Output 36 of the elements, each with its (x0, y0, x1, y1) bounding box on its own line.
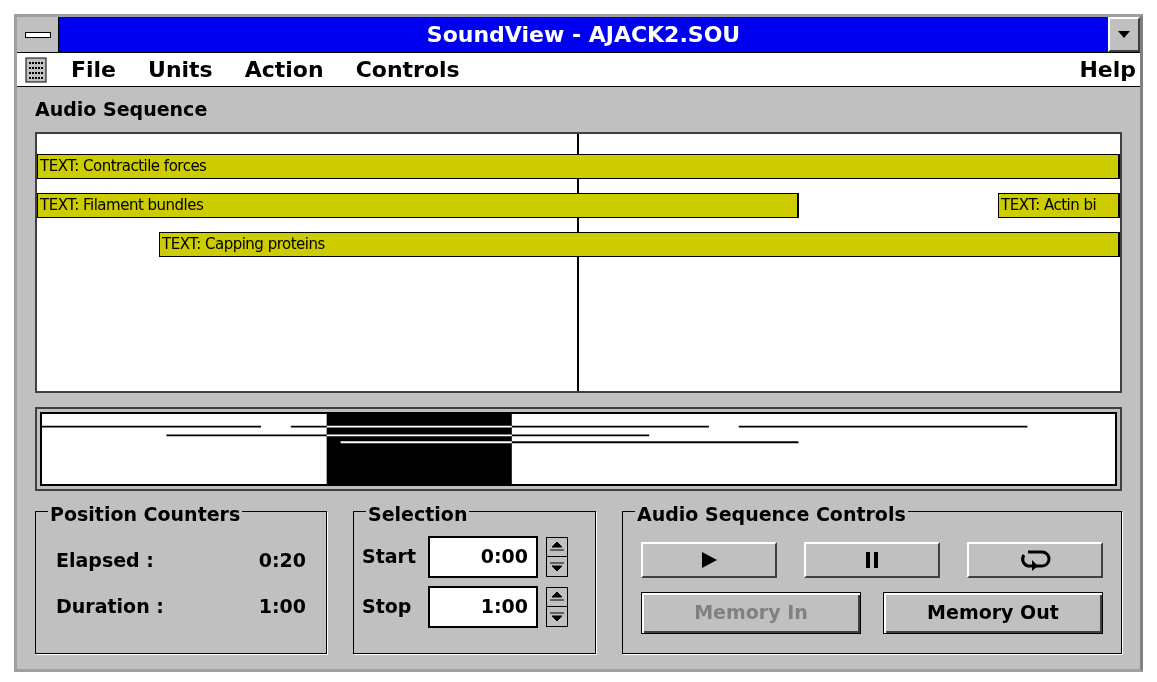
keyboard-icon[interactable] (25, 56, 47, 83)
overview-drawing[interactable] (40, 411, 1117, 486)
window-title: SoundView - AJACK2.SOU (425, 21, 742, 49)
menu-item[interactable]: Controls (339, 53, 476, 86)
field-label: Start (362, 544, 418, 570)
down-arrow-icon (550, 611, 564, 621)
caret-down-icon (1118, 30, 1130, 39)
memory-button[interactable]: Memory Out (883, 591, 1103, 634)
play-icon (699, 549, 719, 570)
time-field[interactable]: 1:00 (428, 585, 538, 628)
down-arrow-icon (550, 561, 564, 571)
menu-item[interactable]: Units (132, 53, 229, 86)
spinner-control[interactable] (546, 536, 568, 577)
time-field[interactable]: 0:00 (428, 535, 538, 578)
track-clip[interactable]: TEXT: Contractile forces (37, 153, 1120, 179)
spinner-control[interactable] (546, 586, 568, 627)
loop-button[interactable] (967, 541, 1103, 578)
play-button[interactable] (641, 541, 777, 578)
track-clip[interactable]: TEXT: Capping proteins (159, 231, 1120, 257)
menu-item[interactable]: Action (228, 53, 340, 86)
field-label: Stop (362, 594, 413, 620)
track-clip[interactable]: TEXT: Actin bi (998, 192, 1120, 218)
dropdown-button[interactable] (1108, 17, 1140, 52)
pause-button[interactable] (804, 541, 940, 578)
system-menu-button[interactable] (17, 17, 59, 52)
up-arrow-icon (550, 592, 564, 602)
menu-item[interactable]: File (55, 53, 133, 86)
counter-value: 1:00 (258, 594, 306, 619)
counter-label: Duration : (56, 594, 164, 619)
counter-label: Elapsed : (56, 547, 154, 573)
counter-value: 0:20 (258, 547, 306, 573)
menu-item[interactable]: Help (1079, 53, 1136, 86)
up-arrow-icon (550, 542, 564, 552)
section-title: Audio Sequence (35, 97, 209, 122)
pause-icon (864, 549, 880, 570)
track-clip[interactable]: TEXT: Filament bundles (37, 192, 799, 218)
